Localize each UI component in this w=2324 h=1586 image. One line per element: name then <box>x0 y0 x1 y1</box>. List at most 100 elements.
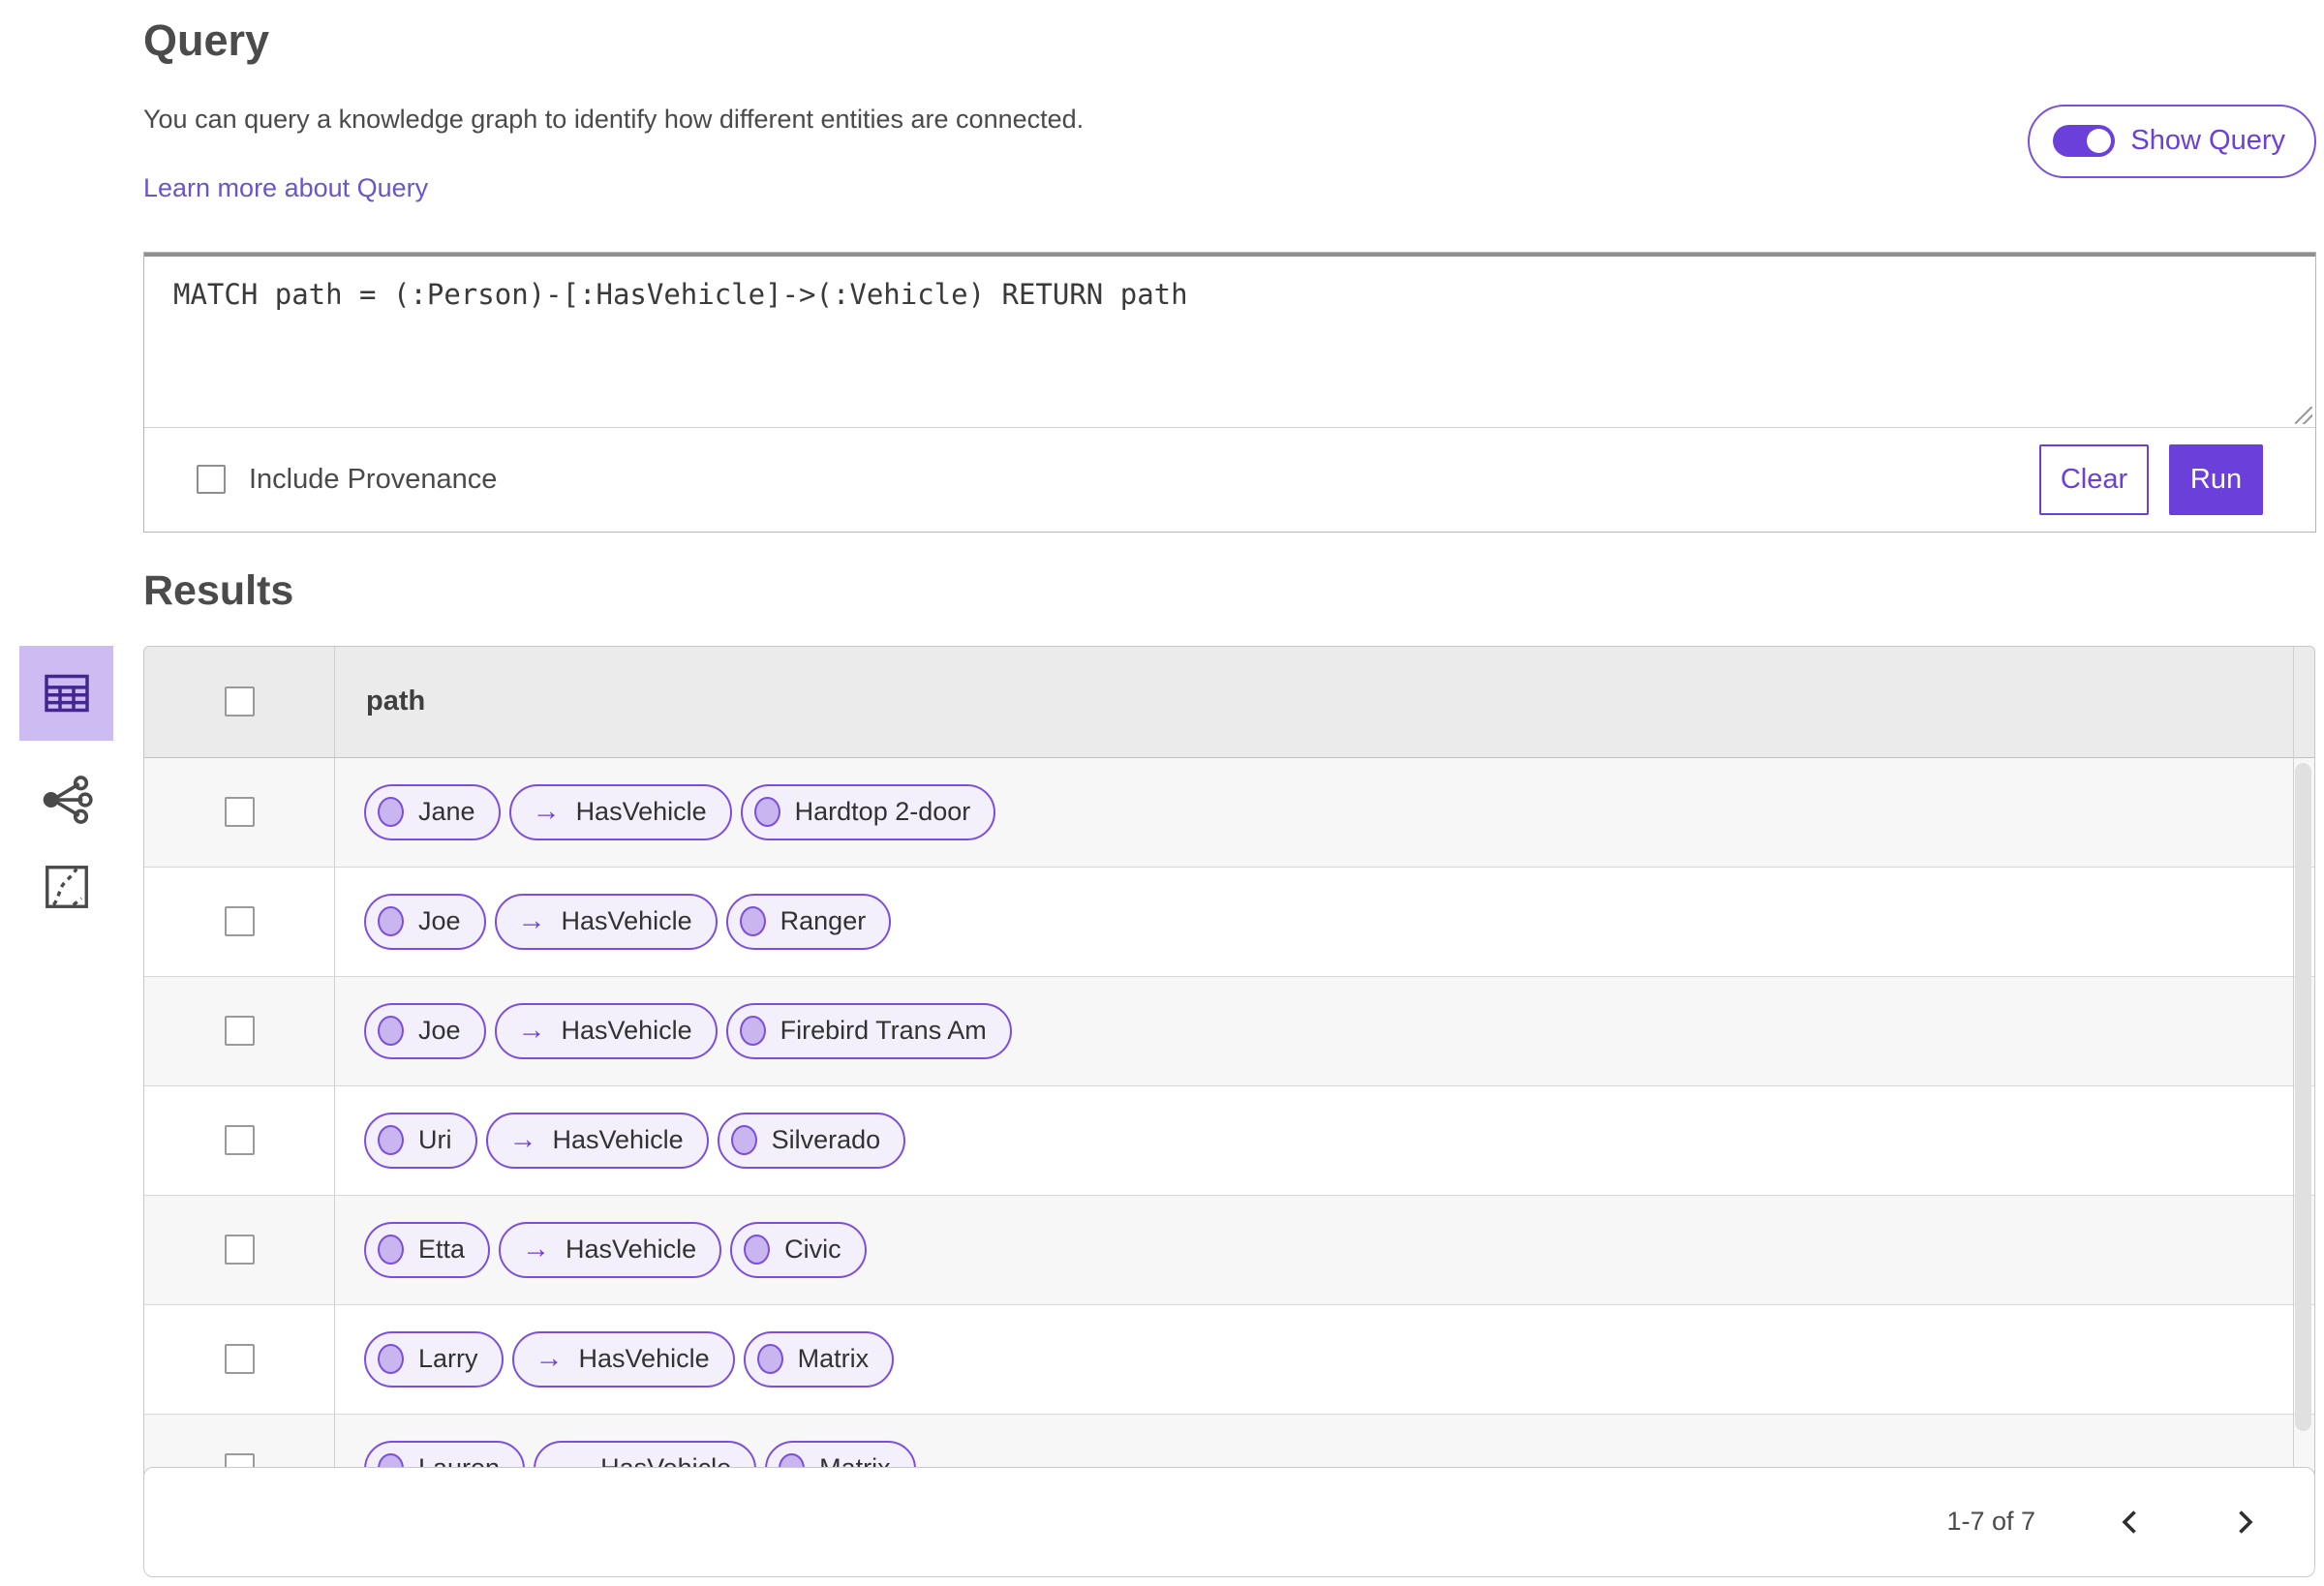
pill-label: Larry <box>418 1344 478 1374</box>
query-editor[interactable]: MATCH path = (:Person)-[:HasVehicle]->(:… <box>144 252 2315 428</box>
scrollbar-track[interactable] <box>2293 646 2314 1577</box>
table-row: Larry → HasVehicle Matrix <box>144 1304 2314 1415</box>
row-checkbox-cell <box>144 1085 335 1195</box>
arrow-right-icon: → <box>508 1124 537 1156</box>
entity-circle-icon <box>739 1016 766 1047</box>
query-panel: MATCH path = (:Person)-[:HasVehicle]->(:… <box>143 251 2316 533</box>
pill-label: HasVehicle <box>561 1016 692 1046</box>
node-pill[interactable]: Ranger <box>725 893 892 950</box>
table-body: Jane → HasVehicle Hardtop 2-door Joe → HasVehi… <box>144 757 2314 1524</box>
entity-circle-icon <box>378 1344 404 1375</box>
pill-label: Silverado <box>771 1125 881 1155</box>
row-checkbox[interactable] <box>224 1344 255 1375</box>
entity-circle-icon <box>730 1125 757 1156</box>
prev-page-button[interactable] <box>2111 1503 2150 1541</box>
edge-pill[interactable]: → HasVehicle <box>485 1112 709 1169</box>
pill-label: Matrix <box>797 1344 870 1374</box>
entity-circle-icon <box>378 906 404 937</box>
entity-circle-icon <box>753 797 780 828</box>
pill-label: Firebird Trans Am <box>780 1016 987 1046</box>
link-chart-view-icon <box>43 775 93 824</box>
pill-label: HasVehicle <box>566 1235 697 1265</box>
arrow-right-icon: → <box>532 796 561 828</box>
table-row: Joe → HasVehicle Ranger <box>144 867 2314 977</box>
row-checkbox-cell <box>144 1195 335 1304</box>
toggle-switch-icon[interactable] <box>2053 125 2116 158</box>
node-pill[interactable]: Firebird Trans Am <box>725 1002 1012 1059</box>
entity-circle-icon <box>739 906 766 937</box>
row-checkbox[interactable] <box>224 1016 255 1047</box>
next-page-button[interactable] <box>2225 1503 2264 1541</box>
row-checkbox[interactable] <box>224 1235 255 1266</box>
edge-pill[interactable]: → HasVehicle <box>511 1330 735 1388</box>
arrow-right-icon: → <box>522 1234 551 1266</box>
node-pill[interactable]: Joe <box>364 1002 486 1059</box>
pill-label: Jane <box>418 797 475 827</box>
header-checkbox-cell <box>144 646 335 757</box>
node-pill[interactable]: Uri <box>364 1112 477 1169</box>
row-checkbox-cell <box>144 1304 335 1414</box>
row-checkbox-cell <box>144 976 335 1085</box>
page-title: Query <box>143 15 270 65</box>
query-text: MATCH path = (:Person)-[:HasVehicle]->(:… <box>173 277 1188 311</box>
table-view-button[interactable] <box>19 645 113 741</box>
description-row: You can query a knowledge graph to ident… <box>143 104 2316 203</box>
scrollbar-thumb[interactable] <box>2295 762 2311 1431</box>
node-pill[interactable]: Etta <box>364 1221 491 1278</box>
query-header: Query You can query a knowledge graph to… <box>0 0 2324 203</box>
node-pill[interactable]: Jane <box>364 783 501 840</box>
learn-more-link[interactable]: Learn more about Query <box>143 173 428 203</box>
pill-label: Ranger <box>780 906 867 936</box>
results-table-wrap: path Jane → HasVehicle Hardtop 2-door Joe → Ha… <box>143 645 2315 1577</box>
arrow-right-icon: → <box>535 1343 564 1375</box>
table-row: Jane → HasVehicle Hardtop 2-door <box>144 757 2314 868</box>
map-view-button[interactable] <box>19 859 113 915</box>
edge-pill[interactable]: → HasVehicle <box>508 783 732 840</box>
pill-label: Civic <box>784 1235 841 1265</box>
include-provenance-checkbox[interactable] <box>197 465 226 495</box>
row-checkbox[interactable] <box>224 797 255 828</box>
pill-label: Uri <box>418 1125 452 1155</box>
entity-circle-icon <box>378 797 404 828</box>
node-pill[interactable]: Matrix <box>743 1330 895 1388</box>
entity-circle-icon <box>756 1344 783 1375</box>
entity-circle-icon <box>744 1235 771 1266</box>
pill-label: Hardtop 2-door <box>794 797 971 827</box>
description-column: You can query a knowledge graph to ident… <box>143 105 1084 203</box>
row-path-cell: Joe → HasVehicle Firebird Trans Am <box>335 977 2314 1085</box>
query-page: Query You can query a knowledge graph to… <box>0 0 2324 1586</box>
header-path-cell: path <box>335 647 2314 757</box>
node-pill[interactable]: Joe <box>364 893 486 950</box>
entity-circle-icon <box>378 1016 404 1047</box>
edge-pill[interactable]: → HasVehicle <box>494 1002 718 1059</box>
row-checkbox-cell <box>144 867 335 976</box>
pill-label: HasVehicle <box>578 1344 710 1374</box>
node-pill[interactable]: Larry <box>364 1330 504 1388</box>
row-path-cell: Larry → HasVehicle Matrix <box>335 1305 2314 1414</box>
resize-grip-icon[interactable] <box>2295 406 2312 424</box>
show-query-toggle[interactable]: Show Query <box>2028 104 2316 178</box>
link-chart-view-button[interactable] <box>19 772 113 828</box>
table-view-icon <box>44 674 89 712</box>
show-query-label: Show Query <box>2130 125 2285 157</box>
node-pill[interactable]: Silverado <box>717 1112 906 1169</box>
arrow-right-icon: → <box>517 1015 546 1047</box>
run-button[interactable]: Run <box>2169 443 2263 515</box>
results-region: path Jane → HasVehicle Hardtop 2-door Joe → Ha… <box>0 645 2324 1577</box>
edge-pill[interactable]: → HasVehicle <box>494 893 718 950</box>
page-range-label: 1-7 of 7 <box>1946 1507 2035 1537</box>
results-table: path Jane → HasVehicle Hardtop 2-door Joe → Ha… <box>143 645 2315 1525</box>
row-checkbox[interactable] <box>224 906 255 937</box>
include-provenance-label: Include Provenance <box>249 463 498 495</box>
table-header-row: path <box>144 646 2314 758</box>
pill-label: HasVehicle <box>575 797 707 827</box>
edge-pill[interactable]: → HasVehicle <box>499 1221 722 1278</box>
select-all-checkbox[interactable] <box>224 686 255 717</box>
clear-button[interactable]: Clear <box>2039 443 2149 515</box>
node-pill[interactable]: Civic <box>730 1221 867 1278</box>
row-checkbox[interactable] <box>224 1125 255 1156</box>
arrow-right-icon: → <box>517 905 546 937</box>
row-checkbox-cell <box>144 757 335 867</box>
pill-label: HasVehicle <box>561 906 692 936</box>
node-pill[interactable]: Hardtop 2-door <box>740 783 996 840</box>
